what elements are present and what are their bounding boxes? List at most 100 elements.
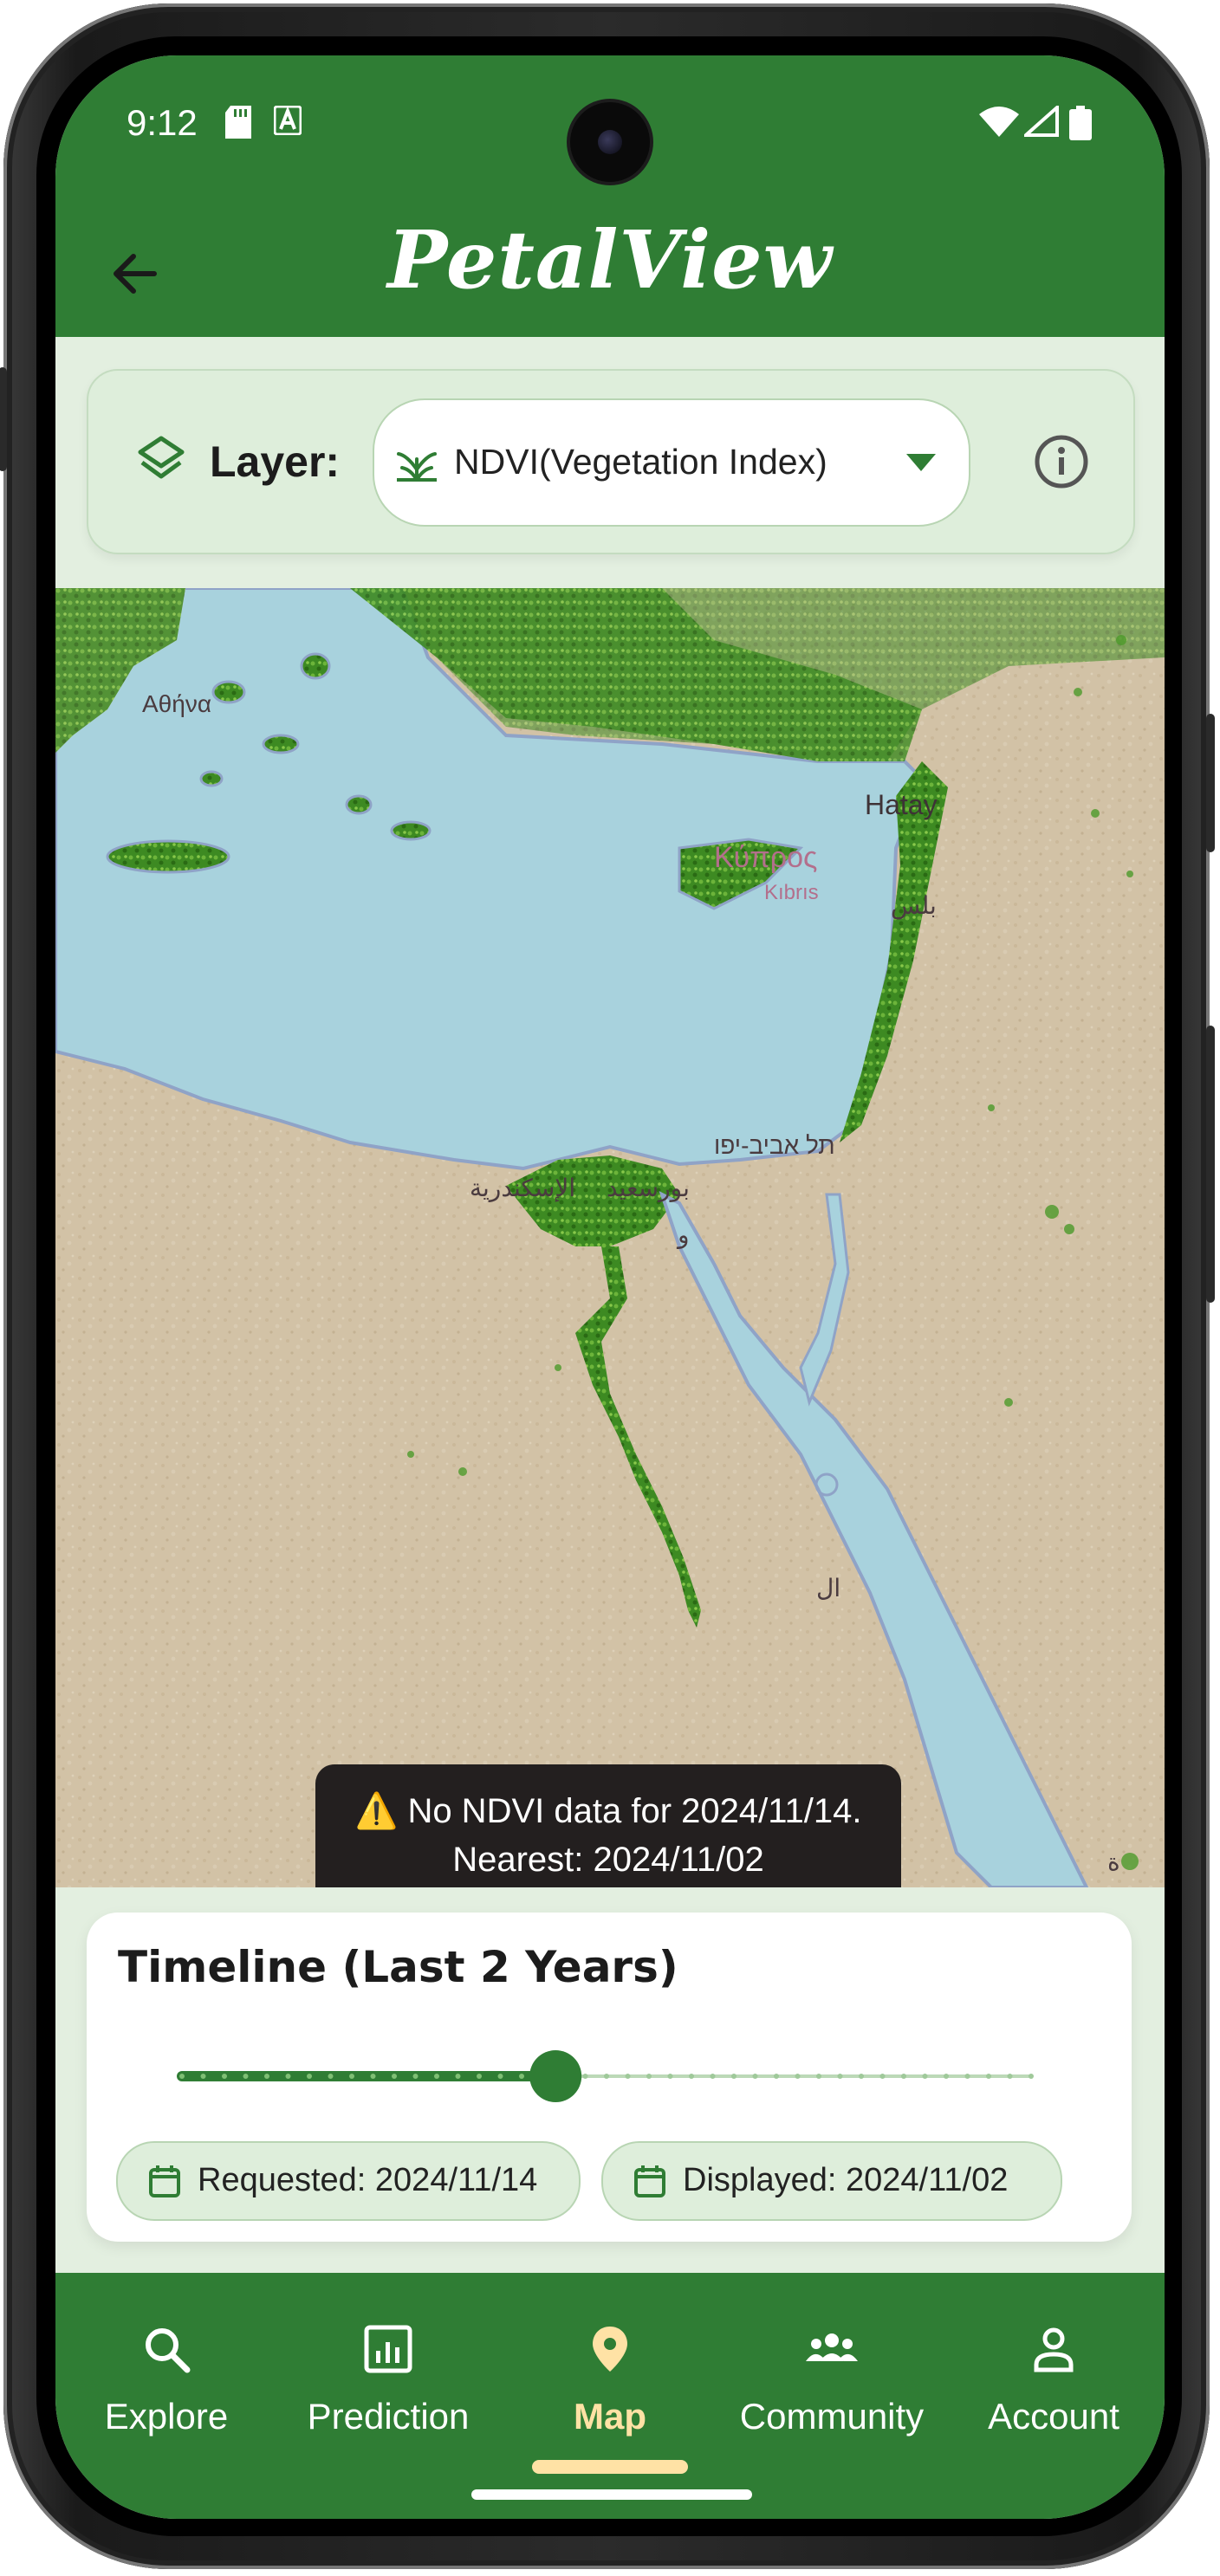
- bottom-navigation: Explore Prediction Map Community Account: [55, 2273, 1165, 2519]
- slider-tick: [285, 2074, 291, 2079]
- layer-selected-value: NDVI(Vegetation Index): [454, 442, 827, 482]
- map-canvas: [55, 588, 1165, 1887]
- map-label-alexandria: الإسكندرية: [470, 1175, 576, 1201]
- nav-label-map: Map: [574, 2396, 646, 2437]
- slider-tick: [243, 2074, 249, 2079]
- slider-tick: [922, 2074, 928, 2079]
- layer-selector-card: Layer: NDVI(Vegetation Index): [87, 369, 1135, 554]
- slider-tick: [816, 2074, 821, 2079]
- requested-date: Requested: 2024/11/14: [198, 2162, 538, 2198]
- sd-card-icon: [225, 106, 251, 139]
- slider-tick: [859, 2074, 864, 2079]
- toast-line1-text: No NDVI data for 2024/11/14.: [407, 1792, 862, 1830]
- text-a-icon: [274, 106, 302, 135]
- chevron-down-icon: [906, 454, 936, 471]
- slider-tick: [455, 2074, 461, 2079]
- slider-tick: [604, 2074, 609, 2079]
- slider-tick: [349, 2074, 354, 2079]
- layer-dropdown[interactable]: NDVI(Vegetation Index): [373, 398, 970, 527]
- slider-tick: [774, 2074, 779, 2079]
- slider-tick: [689, 2074, 694, 2079]
- map-label-east: ة: [1107, 1848, 1120, 1875]
- displayed-date-chip: Displayed: 2024/11/02: [601, 2141, 1062, 2221]
- slider-tick: [731, 2074, 737, 2079]
- slider-tick: [646, 2074, 652, 2079]
- nav-map[interactable]: Map: [499, 2314, 721, 2453]
- group-icon: [806, 2333, 858, 2361]
- slider-tick: [264, 2074, 269, 2079]
- app-logo-title: PetalView: [387, 213, 833, 307]
- phone-frame: 9:12 PetalView Layer: NDVI(Vegetation In…: [0, 3, 1215, 2569]
- nav-prediction[interactable]: Prediction: [277, 2314, 499, 2453]
- slider-tick: [944, 2074, 949, 2079]
- nav-label-explore: Explore: [104, 2396, 229, 2437]
- sprout-icon: [397, 452, 437, 482]
- slider-tick: [179, 2074, 185, 2079]
- requested-date-chip: Requested: 2024/11/14: [116, 2141, 581, 2221]
- nav-label-account: Account: [988, 2396, 1119, 2437]
- status-time: 9:12: [127, 102, 198, 143]
- nav-community[interactable]: Community: [721, 2314, 943, 2453]
- no-data-toast: ⚠️ No NDVI data for 2024/11/14. Nearest:…: [315, 1764, 901, 1887]
- nav-label-community: Community: [739, 2396, 925, 2437]
- slider-tick: [200, 2074, 206, 2079]
- slider-tick: [434, 2074, 439, 2079]
- calendar-icon: [149, 2165, 180, 2197]
- slider-tick: [986, 2074, 991, 2079]
- map-label-sinai: و: [678, 1221, 690, 1248]
- slider-tick: [964, 2074, 970, 2079]
- map-label-cyprus-sub: Kıbrıs: [764, 881, 819, 904]
- slider-tick: [879, 2074, 886, 2079]
- slider-tick: [392, 2074, 397, 2079]
- wifi-icon: [979, 107, 1019, 137]
- nav-label-prediction: Prediction: [307, 2396, 470, 2437]
- slider-tick: [710, 2074, 716, 2079]
- slider-tick: [477, 2074, 482, 2079]
- map-label-red-sea: ال: [816, 1575, 841, 1602]
- timeline-title: Timeline (Last 2 Years): [118, 1942, 678, 1992]
- slider-tick: [625, 2074, 631, 2079]
- home-gesture-bar[interactable]: [471, 2489, 752, 2500]
- timeline-slider[interactable]: [173, 2046, 1040, 2107]
- slider-tick: [307, 2074, 312, 2079]
- map-label-port-said: بورسعيد: [607, 1175, 690, 1201]
- slider-tick: [582, 2074, 588, 2079]
- displayed-date: Displayed: 2024/11/02: [683, 2162, 1009, 2198]
- map-label-athens: Αθήνα: [142, 690, 212, 717]
- nav-active-indicator: [532, 2460, 688, 2474]
- nav-explore[interactable]: Explore: [55, 2314, 277, 2453]
- slider-thumb[interactable]: [529, 2050, 582, 2102]
- signal-icon: [1024, 106, 1059, 137]
- info-icon[interactable]: [1033, 433, 1090, 490]
- calendar-icon: [634, 2165, 665, 2197]
- map-label-tel-aviv: תל אביב-יפו: [714, 1132, 835, 1159]
- slider-tick: [1007, 2074, 1013, 2079]
- map-label-cyprus: Κύπρος: [714, 841, 818, 874]
- timeline-card: Timeline (Last 2 Years) Requested: 2024/…: [87, 1913, 1132, 2242]
- phone-side-button: [0, 367, 7, 471]
- slider-tick: [667, 2074, 673, 2079]
- phone-side-button: [1206, 714, 1215, 852]
- location-pin-icon: [593, 2327, 627, 2372]
- slider-tick: [222, 2074, 227, 2079]
- layers-icon: [138, 436, 185, 479]
- layer-label: Layer:: [210, 437, 341, 486]
- slider-tick: [837, 2074, 843, 2079]
- toast-message-line2: Nearest: 2024/11/02: [452, 1841, 764, 1879]
- ndvi-map[interactable]: Αθήνα Hatay Κύπρος Kıbrıs بلس תל אביב-יפ…: [55, 588, 1165, 1887]
- warning-icon: ⚠️: [354, 1792, 408, 1830]
- map-label-hatay: Hatay: [865, 789, 938, 820]
- slider-tick: [901, 2074, 906, 2079]
- slider-tick: [795, 2074, 801, 2079]
- person-icon: [1034, 2327, 1074, 2372]
- map-label-beirut: بلس: [891, 892, 937, 919]
- nav-account[interactable]: Account: [943, 2314, 1165, 2453]
- search-icon: [146, 2328, 191, 2373]
- slider-tick: [497, 2074, 503, 2079]
- slider-tick: [328, 2074, 334, 2079]
- toast-message-line1: ⚠️ No NDVI data for 2024/11/14.: [315, 1790, 901, 1831]
- battery-icon: [1069, 106, 1092, 140]
- slider-ticks: [179, 2074, 1034, 2079]
- slider-tick: [412, 2074, 419, 2079]
- slider-tick: [1029, 2074, 1034, 2079]
